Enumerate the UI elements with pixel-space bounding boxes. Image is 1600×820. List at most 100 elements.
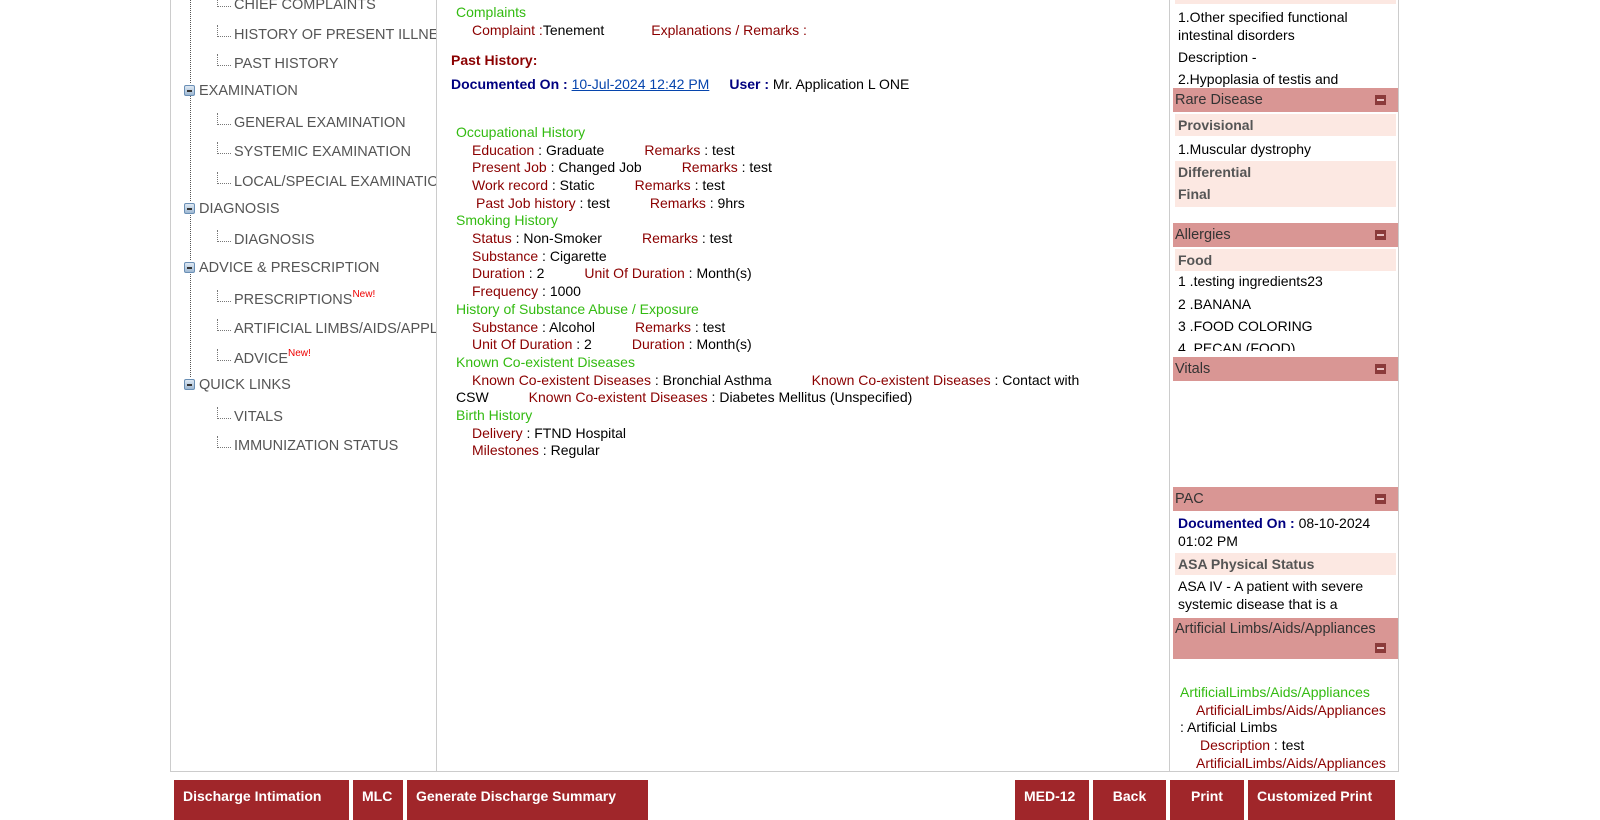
- tree-branch-icon: [217, 230, 231, 242]
- collapse-icon[interactable]: [1375, 95, 1386, 105]
- tree-label: ADVICE & PRESCRIPTION: [199, 260, 380, 276]
- discharge-intimation-button[interactable]: Discharge Intimation: [174, 780, 349, 820]
- diagnosis-item: 1.Other specified functional intestinal …: [1178, 9, 1348, 43]
- past-history-panel: Complaints Complaint :Tenement Explanatio…: [437, 0, 1169, 771]
- documented-date-link[interactable]: 10-Jul-2024 12:42 PM: [572, 76, 710, 92]
- user-label: User :: [729, 76, 770, 93]
- header-label: Rare Disease: [1175, 92, 1263, 108]
- tree-label: SYSTEMIC EXAMINATION: [234, 144, 411, 160]
- field-label: Explanations / Remarks :: [651, 21, 807, 38]
- collapse-icon[interactable]: [184, 379, 195, 390]
- field-value: 9hrs: [717, 194, 745, 211]
- field-label: Unit Of Duration: [472, 336, 573, 353]
- field-value: Regular: [550, 442, 600, 459]
- field-value: : Artificial Limbs: [1180, 719, 1278, 736]
- tree-label: ARTIFICIAL LIMBS/AIDS/APPLIANCES: [234, 321, 437, 337]
- tree-group[interactable]: EXAMINATION: [184, 83, 298, 99]
- section-occupational: Occupational History: [456, 123, 586, 140]
- field-label: Known Co-existent Diseases: [811, 371, 991, 388]
- med-12-button[interactable]: MED-12: [1015, 780, 1089, 820]
- tree-branch-icon: [217, 407, 231, 419]
- documented-label: Documented On :: [451, 76, 568, 93]
- field-label: Duration: [631, 336, 685, 353]
- field-label: Work record: [472, 176, 548, 193]
- field-label: Complaint :: [472, 21, 543, 38]
- field-value: test: [702, 318, 726, 335]
- tree-item[interactable]: VITALS: [217, 407, 283, 425]
- collapse-icon[interactable]: [1375, 494, 1386, 504]
- new-badge: New!: [288, 348, 311, 359]
- field-label: ArtificialLimbs/Aids/Appliances: [1196, 701, 1386, 718]
- tree-branch-icon: [217, 142, 231, 154]
- allergies-header[interactable]: Allergies: [1173, 223, 1398, 247]
- tree-item[interactable]: HISTORY OF PRESENT ILLNESS: [217, 25, 436, 43]
- section-complaints: Complaints: [456, 4, 527, 20]
- tree-item[interactable]: PAST HISTORY: [217, 54, 339, 72]
- back-button[interactable]: Back: [1093, 780, 1166, 820]
- field-value: Alcohol: [549, 318, 595, 335]
- collapse-icon[interactable]: [184, 85, 195, 96]
- field-label: Remarks: [681, 159, 738, 176]
- tree-label: VITALS: [234, 409, 283, 425]
- field-value: FTND Hospital: [534, 424, 627, 441]
- collapse-icon[interactable]: [184, 203, 195, 214]
- header-label: Vitals: [1175, 361, 1211, 377]
- section-birth: Birth History: [456, 407, 533, 424]
- field-value: 2: [536, 265, 545, 282]
- field-value: Month(s): [696, 336, 752, 353]
- field-value: test: [712, 141, 735, 158]
- user-value: Mr. Application L ONE: [772, 76, 910, 93]
- vitals-header[interactable]: Vitals: [1173, 357, 1398, 381]
- allergy-item: 3 .FOOD COLORING: [1178, 318, 1313, 334]
- tree-label: LOCAL/SPECIAL EXAMINATION: [234, 174, 437, 190]
- tree-group[interactable]: QUICK LINKS: [184, 377, 291, 393]
- field-value: test: [702, 176, 725, 193]
- print-button[interactable]: Print: [1170, 780, 1244, 820]
- field-label: Status: [472, 230, 512, 247]
- tree-label: IMMUNIZATION STATUS: [234, 438, 399, 454]
- limbs-section-title: ArtificialLimbs/Aids/Appliances: [1180, 684, 1370, 700]
- tree-branch-icon: [217, 113, 231, 125]
- tree-item[interactable]: LOCAL/SPECIAL EXAMINATION: [217, 172, 437, 190]
- limbs-header[interactable]: Artificial Limbs/Aids/Appliances: [1173, 618, 1398, 659]
- field-value: test: [709, 230, 733, 247]
- subheader: Provisional: [1175, 114, 1396, 136]
- tree-label: GENERAL EXAMINATION: [234, 115, 406, 131]
- tree-branch-icon: [217, 349, 231, 361]
- past-history-heading: Past History:: [451, 52, 538, 69]
- rare-disease-header[interactable]: Rare Disease: [1173, 88, 1398, 112]
- tree-label: PRESCRIPTIONS: [234, 292, 353, 308]
- collapse-icon[interactable]: [1375, 230, 1386, 240]
- subheader: Food: [1175, 249, 1396, 271]
- section-substance-abuse: History of Substance Abuse / Exposure: [456, 300, 699, 317]
- customized-print-button[interactable]: Customized Print: [1248, 780, 1395, 820]
- tree-group[interactable]: DIAGNOSIS: [184, 201, 280, 217]
- field-value: Bronchial Asthma: [662, 371, 772, 388]
- collapse-icon[interactable]: [184, 262, 195, 273]
- subheader: Differential: [1175, 161, 1396, 183]
- tree-label: DIAGNOSIS: [199, 201, 280, 217]
- tree-group[interactable]: ADVICE & PRESCRIPTION: [184, 260, 379, 276]
- tree-item[interactable]: CHIEF COMPLAINTS: [217, 0, 376, 13]
- tree-branch-icon: [217, 25, 231, 37]
- pac-header[interactable]: PAC: [1173, 487, 1398, 511]
- collapse-icon[interactable]: [1375, 364, 1386, 374]
- tree-item[interactable]: IMMUNIZATION STATUS: [217, 436, 398, 454]
- tree-item[interactable]: SYSTEMIC EXAMINATION: [217, 142, 411, 160]
- diagnosis-description: Description -: [1178, 49, 1257, 65]
- tree-item[interactable]: GENERAL EXAMINATION: [217, 113, 406, 131]
- field-value: Static: [559, 176, 595, 193]
- subheader: ASA Physical Status: [1175, 553, 1396, 575]
- header-label: PAC: [1175, 491, 1204, 507]
- mlc-button[interactable]: MLC: [353, 780, 403, 820]
- tree-item[interactable]: ADVICENew!: [217, 348, 311, 367]
- tree-label: CHIEF COMPLAINTS: [234, 0, 376, 13]
- field-value: Month(s): [696, 265, 752, 282]
- generate-discharge-summary-button[interactable]: Generate Discharge Summary: [407, 780, 648, 820]
- tree-connector: [190, 0, 191, 83]
- tree-item[interactable]: DIAGNOSIS: [217, 230, 315, 248]
- collapse-icon[interactable]: [1375, 643, 1386, 653]
- tree-item[interactable]: PRESCRIPTIONSNew!: [217, 289, 375, 308]
- tree-item[interactable]: ARTIFICIAL LIMBS/AIDS/APPLIANCES: [217, 319, 437, 337]
- field-value: 2: [584, 336, 592, 353]
